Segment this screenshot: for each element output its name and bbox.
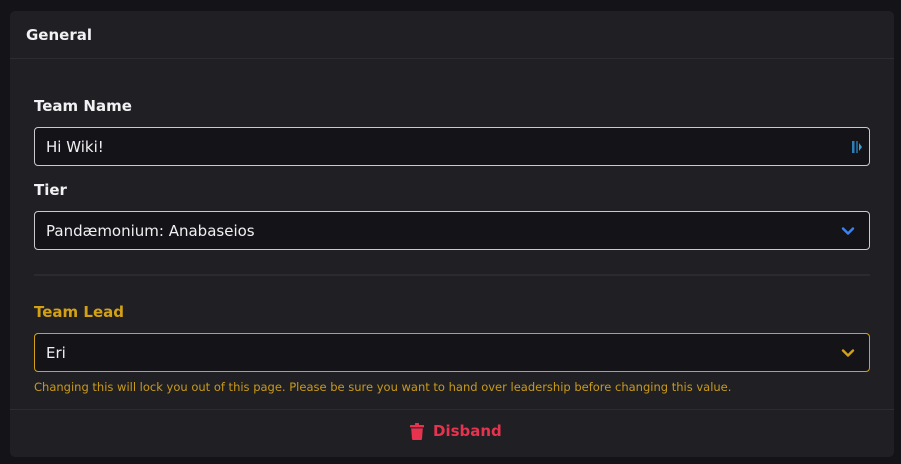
team-name-input[interactable]	[46, 138, 826, 156]
chevron-down-icon	[841, 227, 855, 235]
password-manager-icon[interactable]	[851, 139, 863, 155]
tier-label: Tier	[34, 181, 67, 199]
disband-button[interactable]: Disband	[410, 422, 502, 440]
team-lead-selected-value: Eri	[46, 344, 66, 362]
section-divider	[34, 274, 870, 276]
team-name-label: Team Name	[34, 97, 132, 115]
disband-label: Disband	[433, 422, 502, 440]
general-card: General Team Name Tier Pandæmonium: Anab…	[10, 11, 894, 457]
tier-selected-value: Pandæmonium: Anabaseios	[46, 222, 255, 240]
card-title: General	[10, 11, 894, 59]
tier-select[interactable]: Pandæmonium: Anabaseios	[34, 211, 870, 250]
team-lead-help-text: Changing this will lock you out of this …	[34, 380, 732, 394]
chevron-down-icon	[841, 349, 855, 357]
card-footer: Disband	[10, 409, 894, 457]
team-lead-label: Team Lead	[34, 303, 124, 321]
trash-icon	[410, 422, 424, 440]
team-lead-select[interactable]: Eri	[34, 333, 870, 372]
team-name-field[interactable]	[34, 127, 870, 166]
